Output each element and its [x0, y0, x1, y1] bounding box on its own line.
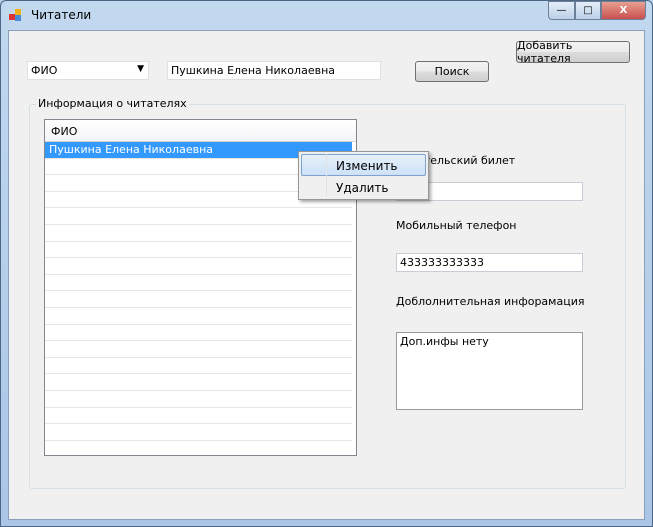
maximize-button[interactable]: □ [575, 1, 601, 20]
phone-input[interactable]: 433333333333 [396, 253, 583, 272]
app-icon [9, 9, 23, 21]
extra-info-label: Доблолнительная инфорамация [396, 295, 585, 308]
list-row[interactable] [45, 424, 352, 441]
menu-item-edit[interactable]: Изменить [301, 154, 426, 176]
column-header-fio[interactable]: ФИО [45, 120, 356, 142]
minimize-button[interactable]: — [548, 1, 575, 20]
chevron-down-icon: ▼ [137, 64, 144, 74]
list-row[interactable] [45, 374, 352, 391]
context-menu: Изменить Удалить [298, 151, 429, 200]
menu-separator [326, 154, 327, 197]
close-button[interactable]: X [601, 1, 646, 20]
list-row[interactable] [45, 441, 352, 455]
menu-item-delete[interactable]: Удалить [301, 176, 426, 198]
phone-label: Мобильный телефон [396, 219, 517, 232]
search-field-select[interactable]: ФИО ▼ [27, 61, 149, 80]
list-row[interactable] [45, 275, 352, 292]
list-row[interactable] [45, 325, 352, 342]
list-row[interactable] [45, 308, 352, 325]
extra-info-textarea[interactable]: Доп.инфы нету [396, 332, 583, 410]
group-title: Информация о читателях [36, 97, 189, 110]
client-area: ФИО ▼ Пушкина Елена Николаевна Поиск Доб… [8, 30, 645, 520]
window-title: Читатели [31, 8, 92, 22]
add-reader-button[interactable]: Добавить читателя [516, 39, 630, 65]
list-row[interactable] [45, 225, 352, 242]
list-row[interactable] [45, 358, 352, 375]
search-input[interactable]: Пушкина Елена Николаевна [167, 61, 381, 80]
list-row[interactable] [45, 408, 352, 425]
search-field-value: ФИО [31, 64, 58, 77]
list-row[interactable] [45, 291, 352, 308]
list-row[interactable] [45, 341, 352, 358]
search-button[interactable]: Поиск [415, 61, 489, 82]
list-row[interactable] [45, 208, 352, 225]
list-row[interactable] [45, 242, 352, 259]
list-row[interactable] [45, 391, 352, 408]
list-row[interactable] [45, 258, 352, 275]
